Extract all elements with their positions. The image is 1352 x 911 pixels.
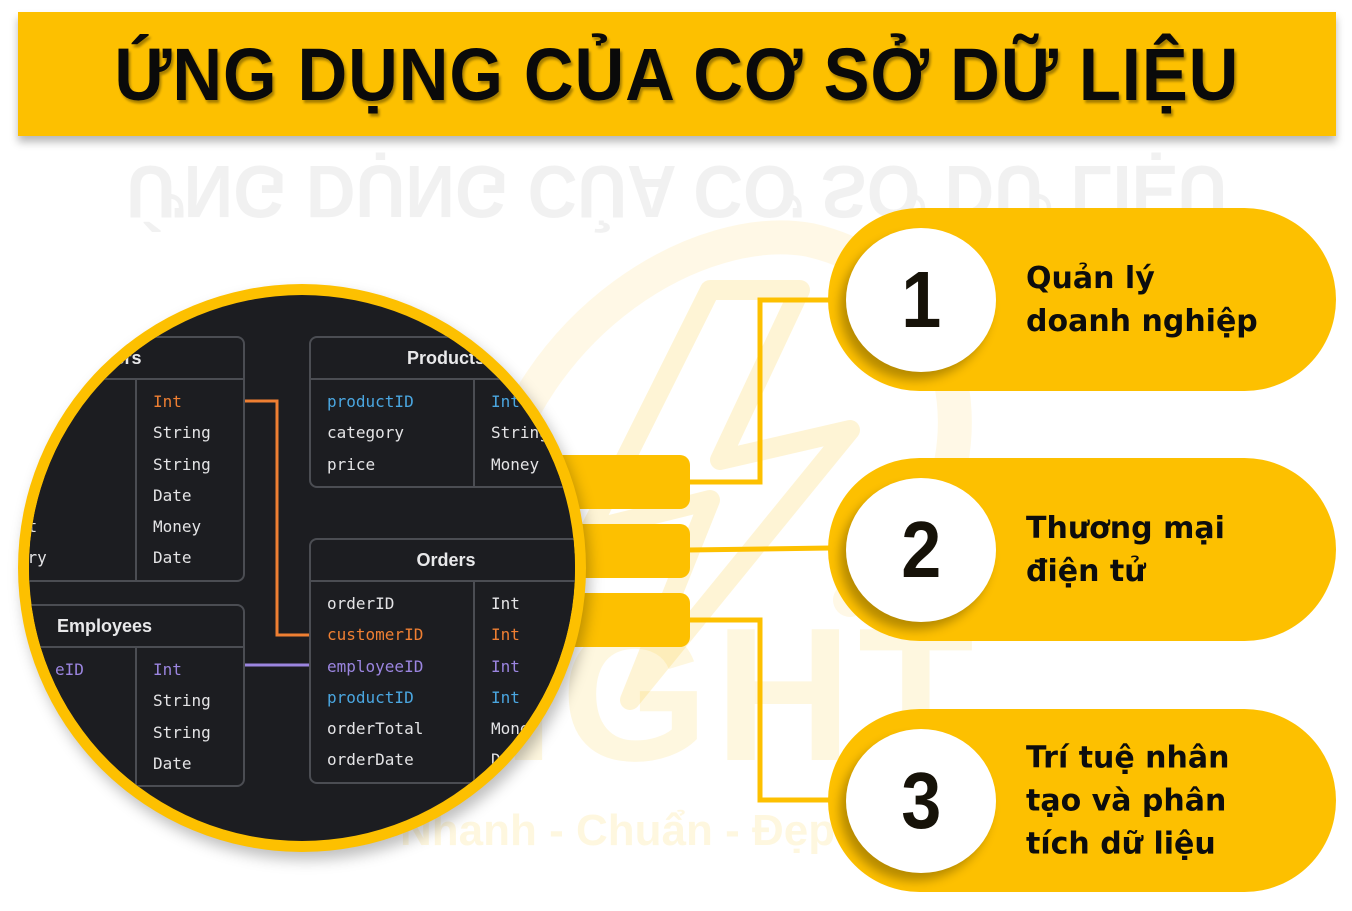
field-type: String	[491, 423, 549, 443]
field-name: ne	[29, 449, 135, 480]
item-1-label: Quản lý doanh nghiệp	[1026, 260, 1258, 339]
field-name: ersary	[29, 548, 47, 568]
table-orders-title: Orders	[416, 549, 476, 570]
field-type: Money	[153, 517, 202, 537]
item-3-number: 3	[900, 756, 942, 845]
item-1: 1 Quản lý doanh nghiệp	[828, 208, 1336, 391]
table-products: Products productID category price Int Strin…	[309, 336, 575, 488]
item-1-number-badge: 1	[846, 228, 996, 372]
field-type: String	[153, 691, 211, 711]
field-name: Date	[29, 480, 135, 511]
item-2-label: Thương mại điện tử	[1026, 510, 1225, 589]
item-2-number-badge: 2	[846, 478, 996, 622]
field-type: Money	[491, 454, 540, 474]
item-2: 2 Thương mại điện tử	[828, 458, 1336, 641]
database-diagram-circle: ers eneDateSpentersary IntStringStringDa…	[18, 284, 586, 852]
page-title: ỨNG DỤNG CỦA CƠ SỞ DỮ LIỆU	[114, 32, 1240, 116]
field-name	[29, 386, 135, 417]
item-1-number: 1	[900, 255, 942, 344]
field-name: eID	[55, 660, 84, 679]
field-type: Int	[491, 392, 520, 411]
field-type: String	[153, 423, 211, 443]
field-name: productID	[327, 392, 414, 411]
field-name: category	[327, 423, 405, 443]
relation-customer-line	[245, 399, 311, 637]
field-type: Date	[153, 548, 192, 568]
field-name	[55, 748, 135, 779]
item-2-number: 2	[900, 505, 942, 594]
field-type: Int	[153, 660, 182, 679]
table-products-title: Products	[406, 347, 485, 368]
field-type: String	[153, 722, 211, 742]
field-name: customerID	[327, 625, 424, 645]
field-type: Int	[491, 594, 520, 613]
table-customers: ers eneDateSpentersary IntStringStringDa…	[29, 336, 245, 582]
field-name: Spent	[29, 517, 38, 537]
field-type: Int	[491, 625, 520, 645]
title-banner: ỨNG DỤNG CỦA CƠ SỞ DỮ LIỆU	[18, 12, 1336, 136]
connector-line-1	[688, 297, 830, 485]
field-type: Date	[153, 485, 192, 505]
field-name: orderID	[327, 594, 395, 613]
item-3: 3 Trí tuệ nhân tạo và phân tích dữ liệu	[828, 709, 1336, 892]
field-name	[55, 717, 135, 748]
field-name	[55, 685, 135, 716]
field-type: Int	[491, 656, 520, 676]
connector-line-2	[687, 545, 831, 553]
connector-line-3	[688, 617, 830, 803]
table-customers-title: ers	[114, 347, 142, 368]
field-name: employeeID	[327, 656, 424, 676]
field-name: price	[327, 454, 376, 474]
field-name: orderTotal	[327, 719, 424, 739]
field-type: Int	[491, 687, 520, 707]
field-name: orderDate	[327, 750, 414, 770]
connector-tab-1	[560, 455, 690, 509]
field-type: Money	[491, 719, 540, 739]
table-employees-title: Employees	[57, 615, 153, 636]
field-name: productID	[327, 687, 414, 707]
table-employees: Employees eID Int String String Date	[29, 604, 245, 788]
item-3-label: Trí tuệ nhân tạo và phân tích dữ liệu	[1026, 740, 1230, 861]
field-type: String	[153, 454, 211, 474]
er-diagram: ers eneDateSpentersary IntStringStringDa…	[29, 295, 575, 841]
field-name: e	[29, 417, 135, 448]
table-orders: Orders orderID customerID employeeID produc…	[309, 538, 575, 784]
field-type: Date	[153, 753, 192, 773]
field-type: Int	[153, 392, 182, 411]
item-3-number-badge: 3	[846, 729, 996, 873]
field-type: Da	[491, 750, 511, 770]
